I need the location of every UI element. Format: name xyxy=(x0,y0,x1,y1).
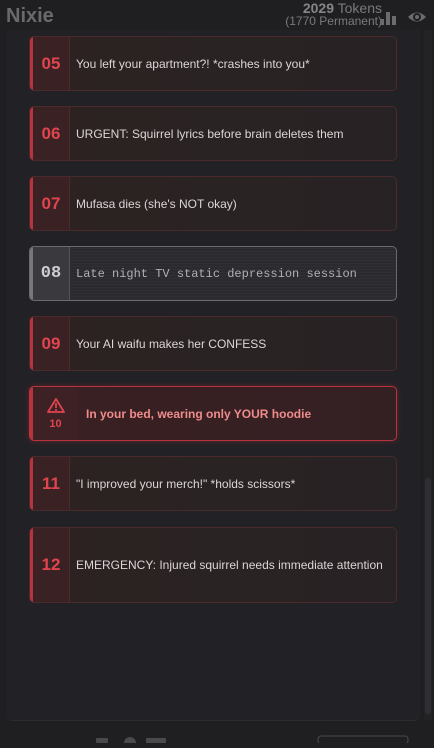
scene-number: 07 xyxy=(30,177,70,230)
scene-number: 06 xyxy=(30,107,70,160)
scene-title: You left your apartment?! *crashes into … xyxy=(76,56,310,71)
bottom-bar xyxy=(0,726,434,748)
top-bar: Nixie 2029 Tokens (1770 Permanent) xyxy=(0,0,434,34)
token-counter: 2029 Tokens (1770 Permanent) xyxy=(285,1,382,28)
scene-number: 05 xyxy=(30,37,70,90)
scene-list-panel: 05 You left your apartment?! *crashes in… xyxy=(7,30,420,721)
scene-card-12[interactable]: 12 EMERGENCY: Injured squirrel needs imm… xyxy=(29,527,397,603)
scene-card-07[interactable]: 07 Mufasa dies (she's NOT okay) xyxy=(29,176,397,231)
scene-card-10[interactable]: 10 In your bed, wearing only YOUR hoodie xyxy=(29,386,397,441)
scene-card-11[interactable]: 11 "I improved your merch!" *holds sciss… xyxy=(29,456,397,511)
warning-triangle-icon xyxy=(46,397,65,416)
scene-title: EMERGENCY: Injured squirrel needs immedi… xyxy=(76,558,383,572)
eye-icon[interactable] xyxy=(407,7,427,27)
scene-number: 12 xyxy=(30,528,70,602)
scene-number: 11 xyxy=(30,457,70,510)
token-permanent: (1770 Permanent) xyxy=(285,14,382,28)
bar-chart-icon[interactable] xyxy=(378,7,398,27)
scene-number: 10 xyxy=(49,417,62,430)
scene-card-09[interactable]: 09 Your AI waifu makes her CONFESS xyxy=(29,316,397,371)
scene-card-05[interactable]: 05 You left your apartment?! *crashes in… xyxy=(29,36,397,91)
scene-title: "I improved your merch!" *holds scissors… xyxy=(76,476,296,491)
scene-number: 09 xyxy=(30,317,70,370)
scene-title: In your bed, wearing only YOUR hoodie xyxy=(86,406,312,421)
scene-number-column: 10 xyxy=(30,387,78,440)
scene-card-06[interactable]: 06 URGENT: Squirrel lyrics before brain … xyxy=(29,106,397,161)
scene-title: URGENT: Squirrel lyrics before brain del… xyxy=(76,126,344,141)
scene-number: 08 xyxy=(30,247,70,300)
scene-title: Mufasa dies (she's NOT okay) xyxy=(76,196,237,211)
scene-card-08[interactable]: 08 Late night TV static depression sessi… xyxy=(29,246,397,301)
scrollbar-thumb[interactable] xyxy=(425,478,431,714)
scene-title: Your AI waifu makes her CONFESS xyxy=(76,336,267,351)
app-title: Nixie xyxy=(6,5,54,27)
scene-title: Late night TV static depression session xyxy=(76,266,357,281)
